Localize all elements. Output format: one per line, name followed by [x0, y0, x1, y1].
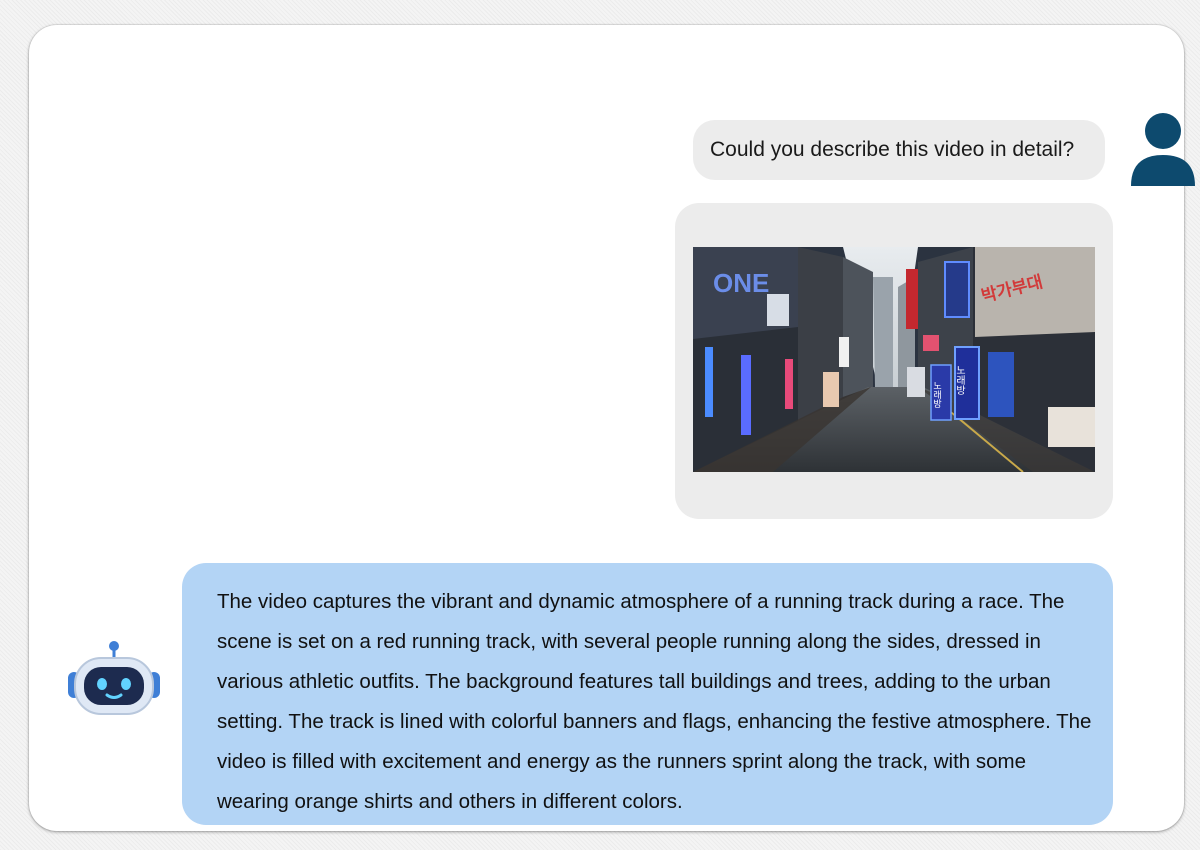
sign-noraebang-2: 노래방	[931, 381, 941, 408]
chat-panel: Could you describe this video in detail?	[29, 25, 1195, 831]
user-avatar-icon	[1130, 113, 1196, 187]
sign-noraebang-1: 노래방	[954, 365, 966, 395]
sign-one: ONE	[713, 268, 769, 298]
user-message-bubble: Could you describe this video in detail?	[693, 120, 1105, 180]
robot-icon	[66, 639, 162, 717]
video-thumbnail[interactable]: ONE 노래방 노래방 박가부대	[693, 247, 1095, 472]
street-scene-image: ONE 노래방 노래방 박가부대	[693, 247, 1095, 472]
user-video-bubble: ONE 노래방 노래방 박가부대	[675, 203, 1113, 519]
assistant-message-bubble: The video captures the vibrant and dynam…	[182, 563, 1113, 825]
assistant-message-text: The video captures the vibrant and dynam…	[217, 590, 1092, 813]
user-message-text: Could you describe this video in detail?	[710, 138, 1075, 161]
